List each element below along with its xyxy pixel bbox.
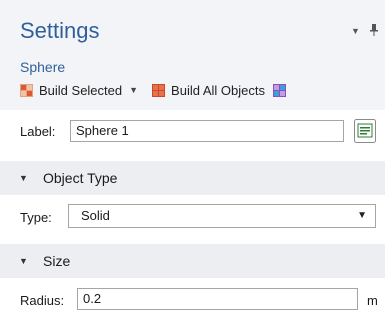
size-section-header[interactable]: ▼ Size: [0, 244, 385, 278]
section-title: Size: [43, 253, 71, 269]
section-title: Object Type: [43, 170, 118, 186]
label-input[interactable]: Sphere 1: [70, 120, 344, 142]
label-row: Label: Sphere 1: [0, 117, 385, 147]
build-all-objects-button[interactable]: Build All Objects: [171, 83, 265, 98]
collapse-triangle-icon[interactable]: ▼: [19, 256, 28, 266]
build-all-objects-icon[interactable]: [152, 83, 166, 97]
edit-label-icon[interactable]: [354, 119, 376, 143]
chevron-down-icon: ▼: [357, 210, 367, 221]
radius-field-label: Radius:: [20, 293, 65, 308]
toolbar: Build Selected ▼ Build All Objects: [20, 81, 286, 99]
panel-menu-dropdown-icon[interactable]: ▼: [351, 26, 361, 36]
settings-title: Settings: [20, 18, 100, 43]
build-selected-button[interactable]: Build Selected: [39, 83, 122, 98]
type-select[interactable]: Solid ▼: [68, 204, 376, 228]
radius-row: Radius: 0.2 m: [0, 286, 385, 315]
type-select-value: Solid: [81, 208, 110, 223]
pin-icon[interactable]: [369, 24, 379, 36]
build-preview-icon[interactable]: [272, 83, 286, 97]
type-row: Type: Solid ▼: [0, 202, 385, 232]
type-field-label: Type:: [20, 210, 52, 225]
settings-header: Settings ▼ Sphere Build Selected ▼ Build…: [0, 0, 385, 110]
radius-unit: m: [367, 293, 378, 308]
node-name: Sphere: [20, 59, 66, 75]
build-selected-dropdown-icon[interactable]: ▼: [129, 85, 138, 95]
build-selected-icon[interactable]: [20, 83, 33, 97]
label-field-label: Label:: [20, 124, 56, 139]
settings-panel: Settings ▼ Sphere Build Selected ▼ Build…: [0, 0, 385, 315]
collapse-triangle-icon[interactable]: ▼: [19, 173, 28, 183]
radius-input[interactable]: 0.2: [77, 288, 358, 310]
object-type-section-header[interactable]: ▼ Object Type: [0, 161, 385, 195]
